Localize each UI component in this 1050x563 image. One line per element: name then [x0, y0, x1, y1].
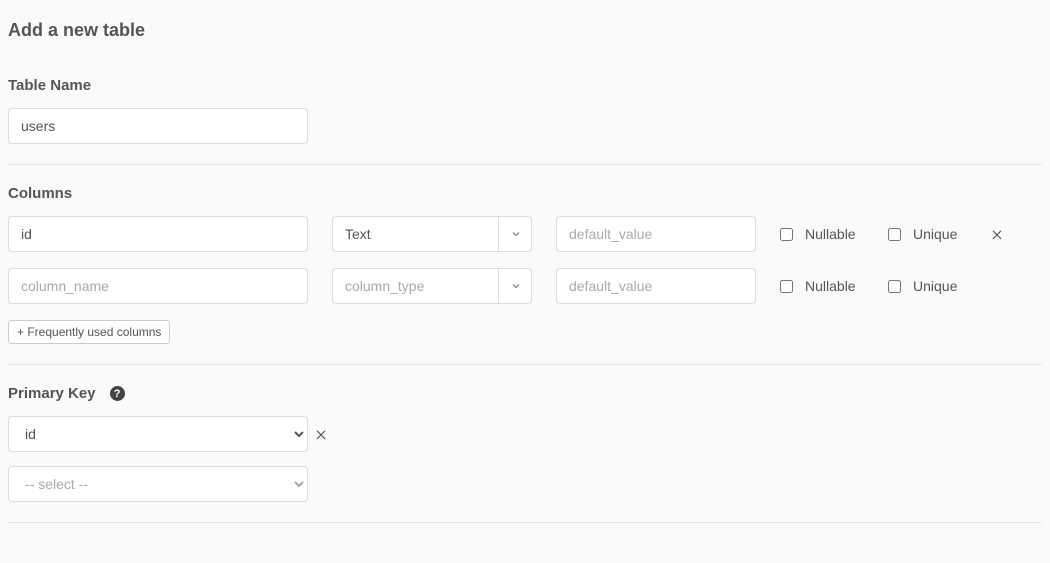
column-name-input[interactable]	[8, 268, 308, 304]
help-icon[interactable]: ?	[110, 386, 125, 401]
primary-key-row: id	[8, 416, 1042, 452]
primary-key-row: -- select --	[8, 466, 1042, 502]
table-name-input[interactable]	[8, 108, 308, 144]
table-name-label: Table Name	[8, 77, 1042, 94]
nullable-checkbox[interactable]	[780, 228, 793, 241]
frequently-used-columns-button[interactable]: + Frequently used columns	[8, 320, 170, 344]
nullable-group: Nullable	[780, 278, 864, 294]
column-default-input[interactable]	[556, 268, 756, 304]
nullable-label: Nullable	[805, 278, 856, 294]
column-type-wrap	[332, 216, 532, 252]
chevron-down-icon[interactable]	[498, 216, 532, 252]
unique-label: Unique	[913, 226, 957, 242]
primary-key-select[interactable]: id	[8, 416, 308, 452]
unique-group: Unique	[888, 226, 972, 242]
column-row: Nullable Unique	[8, 216, 1042, 252]
primary-key-label: Primary Key ?	[8, 385, 1042, 402]
columns-section: Columns Nullable Unique	[8, 185, 1042, 344]
column-row: Nullable Unique	[8, 268, 1042, 304]
column-name-input[interactable]	[8, 216, 308, 252]
unique-group: Unique	[888, 278, 972, 294]
divider	[8, 164, 1042, 165]
nullable-checkbox[interactable]	[780, 280, 793, 293]
page-title: Add a new table	[8, 20, 1042, 41]
column-default-input[interactable]	[556, 216, 756, 252]
remove-column-icon[interactable]	[990, 227, 1004, 241]
primary-key-section: Primary Key ? id -- select --	[8, 385, 1042, 502]
chevron-down-icon[interactable]	[498, 268, 532, 304]
divider	[8, 522, 1042, 523]
primary-key-label-text: Primary Key	[8, 385, 96, 402]
columns-label: Columns	[8, 185, 1042, 202]
remove-primary-key-icon[interactable]	[314, 427, 328, 441]
nullable-label: Nullable	[805, 226, 856, 242]
primary-key-select[interactable]: -- select --	[8, 466, 308, 502]
unique-checkbox[interactable]	[888, 228, 901, 241]
table-name-section: Table Name	[8, 77, 1042, 144]
column-type-wrap	[332, 268, 532, 304]
unique-label: Unique	[913, 278, 957, 294]
divider	[8, 364, 1042, 365]
nullable-group: Nullable	[780, 226, 864, 242]
unique-checkbox[interactable]	[888, 280, 901, 293]
